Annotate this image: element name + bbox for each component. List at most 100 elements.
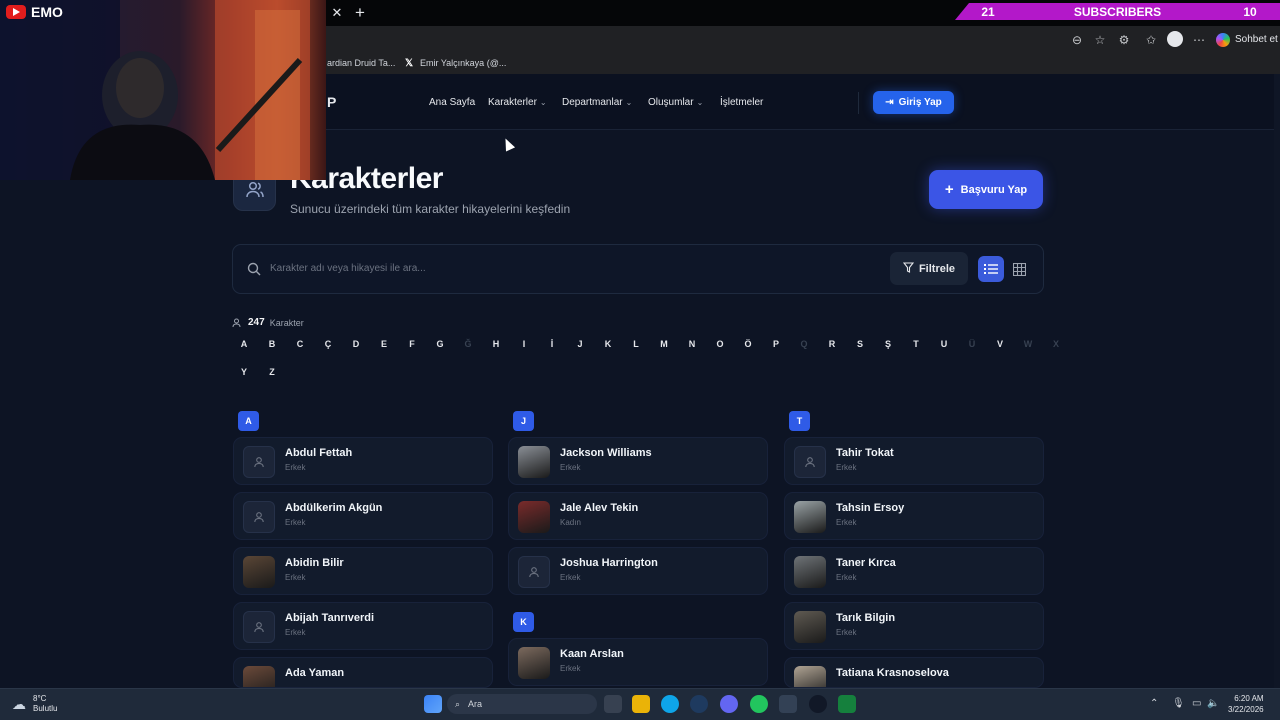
letter-filter-button[interactable]: V bbox=[989, 333, 1011, 355]
obs-icon[interactable] bbox=[809, 695, 827, 713]
app-icon[interactable] bbox=[838, 695, 856, 713]
letter-filter-button[interactable]: Y bbox=[233, 361, 255, 383]
letter-filter-button[interactable]: E bbox=[373, 333, 395, 355]
extensions-icon[interactable]: ⚙ bbox=[1116, 32, 1132, 48]
letter-filter-button[interactable]: D bbox=[345, 333, 367, 355]
filter-button[interactable]: Filtrele bbox=[890, 252, 968, 285]
letter-filter-button[interactable]: N bbox=[681, 333, 703, 355]
task-view-icon[interactable] bbox=[604, 695, 622, 713]
character-card[interactable]: Abijah Tanrıverdi Erkek bbox=[233, 602, 493, 650]
character-card[interactable]: Jackson Williams Erkek bbox=[508, 437, 768, 485]
character-avatar bbox=[243, 666, 275, 687]
letter-filter-button[interactable]: H bbox=[485, 333, 507, 355]
plus-icon: + bbox=[944, 181, 954, 198]
letter-filter-button[interactable]: G bbox=[429, 333, 451, 355]
character-card[interactable]: Tahsin Ersoy Erkek bbox=[784, 492, 1044, 540]
letter-filter-button[interactable]: C bbox=[289, 333, 311, 355]
character-card[interactable]: Tahir Tokat Erkek bbox=[784, 437, 1044, 485]
character-avatar bbox=[518, 446, 550, 478]
character-card[interactable]: Tatiana Krasnoselova bbox=[784, 657, 1044, 688]
letter-filter-button[interactable]: S bbox=[849, 333, 871, 355]
letter-filter-button[interactable]: L bbox=[625, 333, 647, 355]
character-name: Abijah Tanrıverdi bbox=[285, 612, 375, 624]
bookmark-item[interactable]: Emir Yalçınkaya (@... bbox=[420, 58, 506, 68]
letter-filter-button[interactable]: Z bbox=[261, 361, 283, 383]
nav-departments[interactable]: Departmanlar ⌄ bbox=[562, 97, 632, 108]
letter-filter-button[interactable]: F bbox=[401, 333, 423, 355]
character-card[interactable]: Abdul Fettah Erkek bbox=[233, 437, 493, 485]
letter-filter-button[interactable]: K bbox=[597, 333, 619, 355]
character-gender: Kadın bbox=[560, 518, 581, 527]
apply-button[interactable]: + Başvuru Yap bbox=[929, 170, 1043, 209]
character-name: Abdülkerim Akgün bbox=[285, 502, 383, 514]
windows-start-icon[interactable] bbox=[424, 695, 442, 713]
character-card[interactable]: Taner Kırca Erkek bbox=[784, 547, 1044, 595]
display-icon[interactable]: ▭ bbox=[1192, 698, 1201, 709]
reader-icon[interactable]: ⊖ bbox=[1069, 32, 1085, 48]
volume-icon[interactable]: 🔈 bbox=[1207, 698, 1219, 709]
character-card[interactable]: Joshua Harrington Erkek bbox=[508, 547, 768, 595]
chevron-down-icon: ⌄ bbox=[539, 98, 547, 107]
letter-filter-button[interactable]: T bbox=[905, 333, 927, 355]
character-count: 247 Karakter bbox=[232, 317, 304, 328]
character-card[interactable]: Tarık Bilgin Erkek bbox=[784, 602, 1044, 650]
letter-filter-button[interactable]: P bbox=[765, 333, 787, 355]
new-tab-icon[interactable]: + bbox=[352, 4, 368, 22]
steam-icon[interactable] bbox=[690, 695, 708, 713]
weather-widget[interactable]: 8°C Bulutlu bbox=[33, 694, 57, 714]
chevron-down-icon: ⌄ bbox=[625, 98, 633, 107]
letter-filter-button[interactable]: I bbox=[513, 333, 535, 355]
profile-icon[interactable] bbox=[1167, 31, 1183, 47]
copilot-icon[interactable] bbox=[1216, 33, 1230, 47]
taskbar-search[interactable]: ⌕ Ara bbox=[447, 694, 597, 714]
letter-filter-button[interactable]: Ö bbox=[737, 333, 759, 355]
character-name: Jackson Williams bbox=[560, 447, 652, 459]
nav-businesses[interactable]: İşletmeler bbox=[720, 97, 763, 108]
login-button[interactable]: ⇥ Giriş Yap bbox=[873, 91, 954, 114]
user-placeholder-icon bbox=[518, 556, 550, 588]
character-gender: Erkek bbox=[285, 518, 306, 527]
edge-icon[interactable] bbox=[661, 695, 679, 713]
character-card[interactable]: Abdülkerim Akgün Erkek bbox=[233, 492, 493, 540]
character-avatar bbox=[794, 556, 826, 588]
discord-icon[interactable] bbox=[720, 695, 738, 713]
letter-filter-button[interactable]: Ç bbox=[317, 333, 339, 355]
character-card[interactable]: Kaan Arslan Erkek bbox=[508, 638, 768, 686]
favorites-icon[interactable]: ✩ bbox=[1143, 32, 1159, 48]
nav-home[interactable]: Ana Sayfa bbox=[429, 97, 475, 108]
letter-filter-button[interactable]: U bbox=[933, 333, 955, 355]
letter-filter-button[interactable]: B bbox=[261, 333, 283, 355]
letter-filter-button[interactable]: J bbox=[569, 333, 591, 355]
page-scrollbar[interactable] bbox=[1274, 74, 1280, 688]
list-view-icon[interactable] bbox=[978, 256, 1004, 282]
system-clock[interactable]: 6:20 AM 3/22/2026 bbox=[1228, 693, 1264, 715]
tab-close-icon[interactable]: ✕ bbox=[330, 5, 344, 21]
microphone-icon[interactable]: 🎙 bbox=[1172, 698, 1185, 709]
file-explorer-icon[interactable] bbox=[632, 695, 650, 713]
letter-filter-button[interactable]: Ş bbox=[877, 333, 899, 355]
bookmark-item[interactable]: ardian Druid Ta... bbox=[327, 58, 395, 68]
spotify-icon[interactable] bbox=[750, 695, 768, 713]
letter-filter-button[interactable]: R bbox=[821, 333, 843, 355]
character-gender: Erkek bbox=[560, 463, 581, 472]
character-card[interactable]: Ada Yaman bbox=[233, 657, 493, 688]
character-card[interactable]: Jale Alev Tekin Kadın bbox=[508, 492, 768, 540]
character-gender: Erkek bbox=[285, 573, 306, 582]
letter-filter-button[interactable]: M bbox=[653, 333, 675, 355]
letter-filter-button[interactable]: O bbox=[709, 333, 731, 355]
user-placeholder-icon bbox=[243, 501, 275, 533]
nav-characters[interactable]: Karakterler ⌄ bbox=[488, 97, 547, 108]
terminal-icon[interactable] bbox=[779, 695, 797, 713]
character-card[interactable]: Abidin Bilir Erkek bbox=[233, 547, 493, 595]
grid-view-icon[interactable] bbox=[1008, 256, 1030, 282]
chat-button[interactable]: Sohbet et bbox=[1235, 34, 1278, 45]
more-menu-icon[interactable]: ⋯ bbox=[1191, 32, 1207, 48]
letter-filter-button[interactable]: A bbox=[233, 333, 255, 355]
letter-filter-button[interactable]: İ bbox=[541, 333, 563, 355]
search-input[interactable] bbox=[270, 258, 870, 278]
tray-chevron-icon[interactable]: ⌃ bbox=[1150, 698, 1158, 709]
site-logo[interactable]: P bbox=[327, 94, 336, 110]
favorite-star-icon[interactable]: ☆ bbox=[1092, 32, 1108, 48]
nav-organizations[interactable]: Oluşumlar ⌄ bbox=[648, 97, 703, 108]
character-name: Joshua Harrington bbox=[560, 557, 658, 569]
